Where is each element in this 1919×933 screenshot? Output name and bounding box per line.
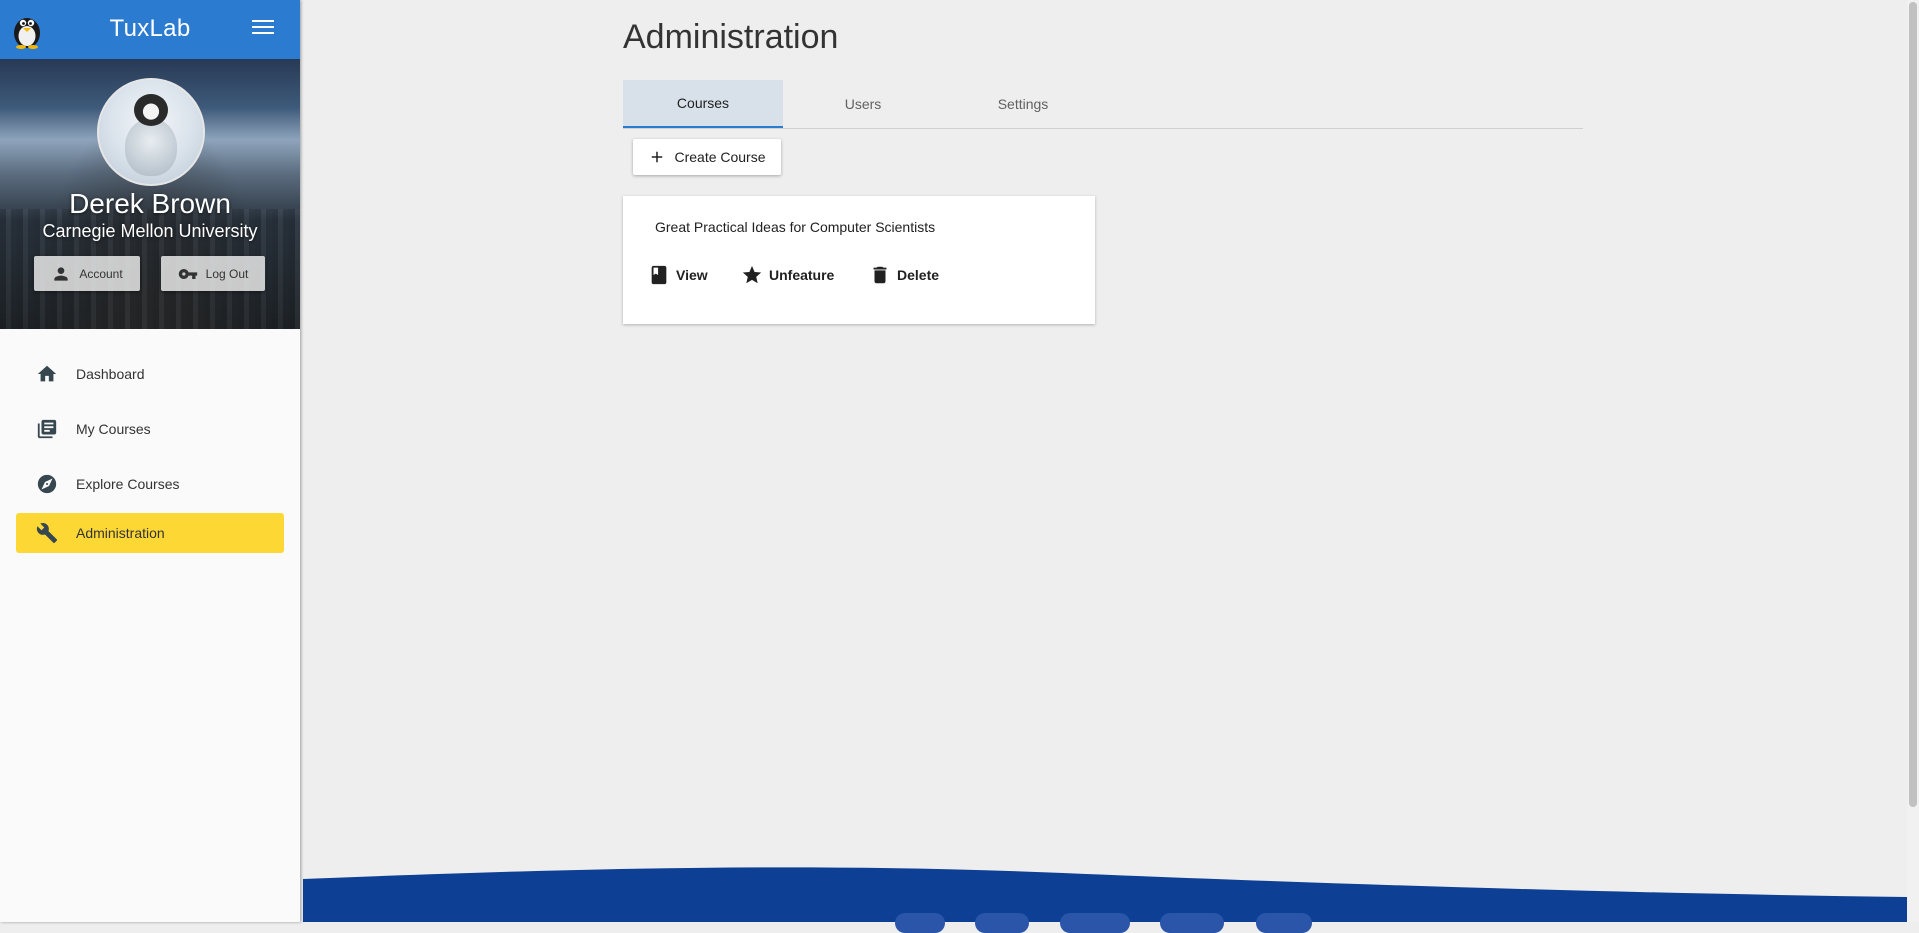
sidebar-item-my-courses[interactable]: My Courses xyxy=(16,409,284,449)
admin-tabs: Courses Users Settings xyxy=(623,80,1583,129)
sidebar-item-explore-courses[interactable]: Explore Courses xyxy=(16,464,284,504)
compass-icon xyxy=(37,474,57,494)
create-course-button[interactable]: Create Course xyxy=(633,139,781,175)
view-course-button[interactable]: View xyxy=(648,265,708,285)
delete-label: Delete xyxy=(897,267,940,283)
book-icon xyxy=(651,265,667,285)
logout-button[interactable]: Log Out xyxy=(161,256,265,291)
sidebar: TuxLab Derek Brown Carnegie Mellon Unive… xyxy=(0,0,300,922)
profile-name: Derek Brown xyxy=(69,188,231,219)
course-card: Great Practical Ideas for Computer Scien… xyxy=(623,196,1095,324)
account-button[interactable]: Account xyxy=(34,256,140,291)
delete-course-button[interactable]: Delete xyxy=(869,265,939,285)
key-icon xyxy=(178,268,197,279)
tab-courses[interactable]: Courses xyxy=(623,80,783,128)
course-title: Great Practical Ideas for Computer Scien… xyxy=(655,219,936,235)
sidebar-item-label: My Courses xyxy=(76,421,151,437)
menu-icon[interactable] xyxy=(252,20,274,38)
sidebar-item-label: Explore Courses xyxy=(76,476,180,492)
logout-button-label: Log Out xyxy=(205,266,249,281)
footer-link[interactable] xyxy=(895,913,945,933)
person-icon xyxy=(54,266,68,281)
account-button-label: Account xyxy=(79,266,123,281)
scrollbar-thumb[interactable] xyxy=(1909,2,1917,807)
footer-link[interactable] xyxy=(1256,913,1312,933)
sidebar-header: TuxLab xyxy=(0,0,300,59)
sidebar-item-label: Administration xyxy=(76,525,165,541)
unfeature-course-button[interactable]: Unfeature xyxy=(741,265,834,285)
star-icon xyxy=(742,265,762,284)
plus-icon xyxy=(652,151,663,163)
footer-link[interactable] xyxy=(1160,913,1224,933)
profile-panel: Derek Brown Carnegie Mellon University A… xyxy=(0,59,300,329)
page-title: Administration xyxy=(623,18,839,56)
home-icon xyxy=(37,365,57,382)
scrollbar[interactable] xyxy=(1907,0,1919,922)
sidebar-item-dashboard[interactable]: Dashboard xyxy=(16,354,284,394)
unfeature-label: Unfeature xyxy=(769,267,835,283)
footer-link[interactable] xyxy=(1060,913,1130,933)
library-books-icon xyxy=(37,419,57,439)
footer-link[interactable] xyxy=(975,913,1029,933)
tab-settings[interactable]: Settings xyxy=(943,80,1103,127)
sidebar-item-administration[interactable]: Administration xyxy=(16,513,284,553)
trash-icon xyxy=(873,266,887,284)
create-course-label: Create Course xyxy=(674,149,766,165)
avatar xyxy=(97,78,205,186)
sidebar-item-label: Dashboard xyxy=(76,366,145,382)
view-label: View xyxy=(676,267,708,283)
wrench-icon xyxy=(36,523,58,544)
tab-users[interactable]: Users xyxy=(783,80,943,127)
profile-organization: Carnegie Mellon University xyxy=(42,221,258,241)
